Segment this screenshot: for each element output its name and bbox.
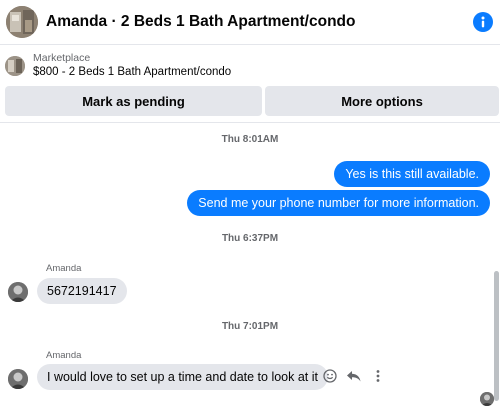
chat-title[interactable]: Amanda · 2 Beds 1 Bath Apartment/condo <box>46 13 355 31</box>
info-icon[interactable] <box>473 12 493 32</box>
header-divider <box>0 122 500 123</box>
marketplace-listing-info[interactable]: Marketplace $800 - 2 Beds 1 Bath Apartme… <box>0 46 500 86</box>
sender-avatar[interactable] <box>8 369 28 389</box>
sender-name: Amanda <box>46 350 82 361</box>
apartment-photo-avatar[interactable] <box>6 6 38 38</box>
mark-as-pending-button[interactable]: Mark as pending <box>5 86 262 116</box>
chat-header: Amanda · 2 Beds 1 Bath Apartment/condo <box>0 0 500 45</box>
timestamp: Thu 6:37PM <box>221 233 279 244</box>
read-receipt-avatar <box>480 392 494 406</box>
message-actions <box>322 368 386 384</box>
more-options-button[interactable]: More options <box>265 86 499 116</box>
more-vertical-icon[interactable] <box>370 368 386 384</box>
marketplace-label: Marketplace <box>33 52 91 64</box>
outgoing-message[interactable]: Yes is this still available. <box>334 161 490 187</box>
timestamp: Thu 7:01PM <box>221 321 279 332</box>
sender-name: Amanda <box>46 263 82 274</box>
outgoing-message[interactable]: Send me your phone number for more infor… <box>187 190 490 216</box>
smiley-react-icon[interactable] <box>322 368 338 384</box>
sender-avatar[interactable] <box>8 282 28 302</box>
timestamp: Thu 8:01AM <box>221 134 279 145</box>
conversation-scrollbar[interactable] <box>493 123 500 416</box>
incoming-message[interactable]: 5672191417 <box>37 278 127 304</box>
listing-title: $800 - 2 Beds 1 Bath Apartment/condo <box>33 66 232 78</box>
reply-icon[interactable] <box>346 368 362 384</box>
listing-thumbnail-icon <box>5 56 25 76</box>
scrollbar-thumb[interactable] <box>494 271 499 401</box>
incoming-message[interactable]: I would love to set up a time and date t… <box>37 364 328 390</box>
